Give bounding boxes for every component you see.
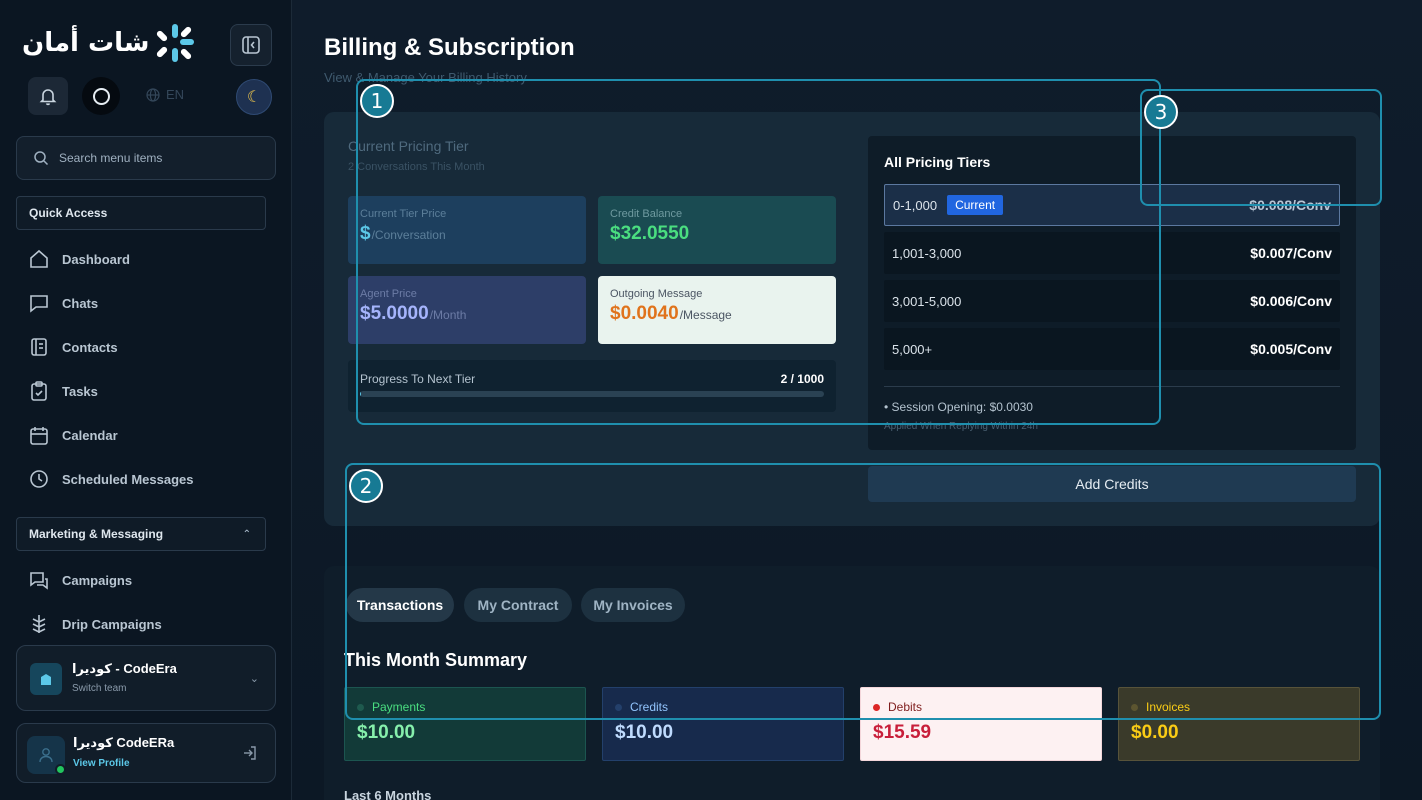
collapse-sidebar-button[interactable] [230,24,272,66]
annotation-box-2 [345,463,1381,720]
debits-value: $15.59 [873,722,932,743]
sidebar: شات أمان EN ☾ Search menu items Quick Ac… [0,0,292,800]
sidebar-item-label: Scheduled Messages [62,471,194,487]
drip-icon [32,615,46,633]
team-switcher[interactable]: كوديرا - CodeEra Switch team ⌄ [16,645,276,711]
sidebar-item-dashboard[interactable]: Dashboard [28,248,130,270]
sidebar-collapse-icon [242,36,260,54]
invoices-value: $0.00 [1131,722,1179,743]
building-icon [41,674,51,685]
user-icon [39,748,53,763]
quick-access-header[interactable]: Quick Access [16,196,266,230]
tier-price: $0.006/Conv [1250,293,1332,309]
calendar-icon [30,427,48,445]
marketing-section-header[interactable]: Marketing & Messaging ⌃ [16,517,266,551]
quick-access-label: Quick Access [29,206,108,220]
tier-price: $0.005/Conv [1250,341,1332,357]
team-avatar [30,663,62,695]
sidebar-item-label: Tasks [62,383,98,399]
language-switch[interactable]: EN [146,87,184,102]
view-profile-link[interactable]: View Profile [73,758,130,769]
annotation-marker-2: 2 [349,469,383,503]
search-input[interactable]: Search menu items [59,151,162,165]
sidebar-icon-row: EN ☾ [28,77,272,115]
clock-icon [30,470,48,488]
profile-name: كوديرا CodeERa [73,735,175,750]
home-icon [30,249,48,268]
clipboard-icon [31,381,47,401]
globe-icon [146,87,160,102]
sidebar-item-label: Campaigns [62,572,133,588]
search-icon [34,151,49,166]
moon-icon: ☾ [246,89,262,106]
annotation-marker-1: 1 [360,84,394,118]
sidebar-item-drip-campaigns[interactable]: Drip Campaigns [28,613,162,635]
marketing-section-label: Marketing & Messaging [29,527,164,541]
payments-value: $10.00 [357,722,416,743]
sidebar-item-label: Calendar [62,427,118,443]
app-logo[interactable]: شات أمان [22,22,197,64]
sidebar-item-label: Contacts [62,339,118,355]
tier-price: $0.007/Conv [1250,245,1332,261]
sidebar-item-contacts[interactable]: Contacts [28,336,118,358]
annotation-box-1 [356,79,1161,425]
sidebar-item-label: Drip Campaigns [62,616,162,632]
online-status-dot [55,764,66,775]
profile-card[interactable]: كوديرا CodeERa View Profile [16,723,276,783]
sidebar-item-campaigns[interactable]: Campaigns [28,569,132,591]
logout-button[interactable] [241,744,259,767]
sidebar-item-scheduled-messages[interactable]: Scheduled Messages [28,468,194,490]
chat-icon [30,295,48,313]
annotation-marker-3: 3 [1144,95,1178,129]
campaigns-icon [30,572,48,590]
status-button[interactable] [82,77,120,115]
sidebar-item-tasks[interactable]: Tasks [28,380,98,402]
status-ring-icon [92,87,110,105]
chevron-down-icon: ⌄ [249,673,259,685]
sidebar-item-calendar[interactable]: Calendar [28,424,118,446]
bell-icon [39,89,57,106]
sidebar-item-label: Chats [62,295,99,311]
credits-value: $10.00 [615,722,674,743]
logo-text: شات أمان [22,28,150,58]
contacts-icon [31,338,47,356]
theme-toggle-button[interactable]: ☾ [236,79,272,115]
menu-search[interactable]: Search menu items [16,136,276,180]
team-switch-label: Switch team [72,683,127,694]
sidebar-item-label: Dashboard [62,251,130,267]
logo-mark-icon [155,22,197,64]
chevron-up-icon: ⌃ [242,528,251,540]
team-name: كوديرا - CodeEra [72,661,177,676]
language-label: EN [166,87,185,102]
sidebar-item-chats[interactable]: Chats [28,292,98,314]
page-title: Billing & Subscription [324,34,575,61]
notifications-button[interactable] [28,77,68,115]
logout-icon [244,746,256,760]
last-six-months-title: Last 6 Months [344,788,432,800]
